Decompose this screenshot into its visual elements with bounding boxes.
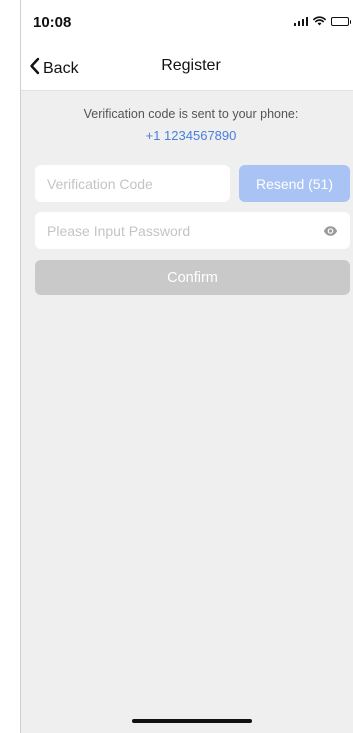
wifi-icon xyxy=(313,16,326,26)
status-bar: 10:08 xyxy=(21,0,353,44)
eye-icon[interactable] xyxy=(323,224,338,242)
verification-code-input[interactable] xyxy=(35,165,230,202)
confirm-button[interactable]: Confirm xyxy=(35,260,350,295)
form-content: Verification code is sent to your phone:… xyxy=(21,91,353,733)
nav-bar: Back Register xyxy=(21,48,353,88)
status-icons xyxy=(293,16,351,26)
phone-number: +1 1234567890 xyxy=(145,128,237,143)
verification-message: Verification code is sent to your phone: xyxy=(83,107,299,121)
home-indicator xyxy=(132,719,252,723)
page-title: Register xyxy=(161,57,221,74)
phone-screen: 10:08 Back Register Verification code is… xyxy=(20,0,353,733)
battery-icon xyxy=(331,16,351,26)
password-input[interactable] xyxy=(35,212,305,249)
password-field xyxy=(35,212,350,249)
status-time: 10:08 xyxy=(33,14,72,31)
header-area: 10:08 Back Register xyxy=(21,0,353,91)
resend-button[interactable]: Resend (51) xyxy=(239,165,350,202)
signal-icon xyxy=(293,16,308,26)
